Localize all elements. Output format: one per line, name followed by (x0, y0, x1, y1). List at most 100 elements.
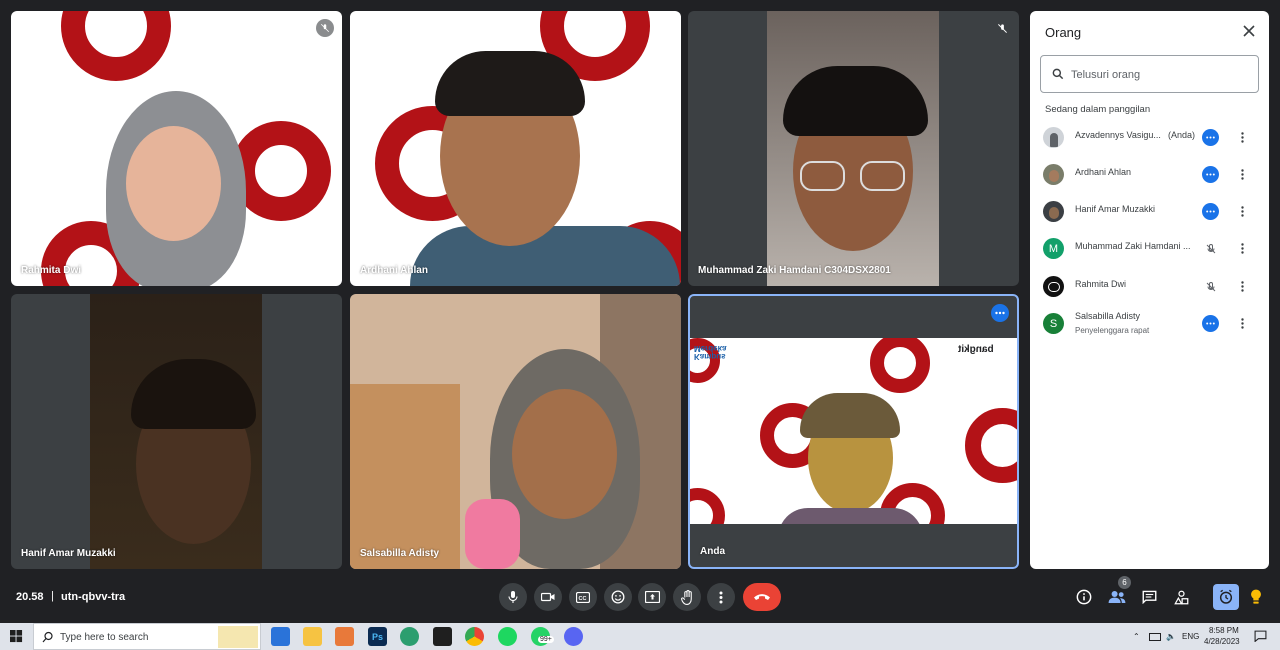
brand-ring-decoration (965, 408, 1017, 483)
participant-hair (800, 393, 900, 438)
participant-more-button[interactable] (1236, 240, 1248, 257)
glasses-lens (800, 161, 845, 191)
participant-shoulders (778, 508, 923, 524)
meeting-code: utn-qbvv-tra (61, 591, 126, 603)
mic-off-icon (1202, 278, 1219, 295)
avatar: M (1043, 238, 1064, 259)
host-controls-icon (1219, 589, 1233, 604)
divider: | (51, 590, 54, 602)
host-role-label: Penyelenggara rapat (1075, 326, 1150, 335)
participant-name-label: Muhammad Zaki Hamdani C304DSX2801 (698, 265, 891, 276)
notifications-icon[interactable] (1254, 630, 1267, 642)
meeting-control-bar: 20.58 | utn-qbvv-tra CC 6 (0, 574, 1280, 622)
lightbulb-button[interactable] (1244, 585, 1268, 609)
volume-icon[interactable]: 🔈 (1166, 632, 1176, 641)
brand-ring-decoration (690, 488, 725, 524)
video-feed (350, 294, 681, 569)
video-feed (11, 294, 342, 569)
video-tile-salsabilla[interactable]: Salsabilla Adisty (350, 294, 681, 569)
participant-name: Hanif Amar Muzakki (1075, 204, 1156, 214)
mic-off-icon (993, 19, 1011, 37)
mic-button[interactable] (499, 583, 527, 611)
captions-button[interactable]: CC (569, 583, 597, 611)
mic-off-icon (1202, 240, 1219, 257)
video-tile-ardhani[interactable]: Ardhani Ahlan (350, 11, 681, 286)
taskbar-date[interactable]: 4/28/2023 (1204, 637, 1240, 646)
participant-hair (435, 51, 585, 116)
battery-icon[interactable] (1149, 633, 1161, 641)
participant-row[interactable]: M Muhammad Zaki Hamdani ... (1030, 230, 1269, 267)
video-tile-hanif[interactable]: Hanif Amar Muzakki (11, 294, 342, 569)
participant-row[interactable]: Rahmita Dwi (1030, 268, 1269, 305)
info-icon (1076, 589, 1092, 605)
photoshop-icon[interactable]: Ps (368, 627, 387, 646)
participant-more-button[interactable] (1236, 129, 1248, 146)
participant-name: Rahmita Dwi (1075, 279, 1127, 289)
activities-button[interactable] (1169, 585, 1193, 609)
edge-browser-icon[interactable] (400, 627, 419, 646)
participant-name: Ardhani Ahlan (1075, 167, 1132, 177)
chrome-icon[interactable] (465, 627, 484, 646)
participant-more-button[interactable] (1236, 166, 1248, 183)
more-vert-icon (1240, 318, 1244, 329)
participant-face (512, 389, 617, 519)
participant-more-button[interactable] (1236, 278, 1248, 295)
tile-more-options-button[interactable] (991, 304, 1009, 322)
taskbar-time[interactable]: 8:58 PM (1209, 626, 1239, 635)
participant-name-label: Salsabilla Adisty (360, 548, 440, 559)
tray-chevron-icon[interactable]: ⌃ (1133, 632, 1140, 641)
raise-hand-button[interactable] (673, 583, 701, 611)
bookshelf (350, 384, 460, 569)
self-video-frame: Kampus Merdeka bangkit (690, 338, 1017, 524)
taskbar-search-placeholder: Type here to search (60, 632, 149, 643)
participant-hair (783, 66, 928, 136)
camera-button[interactable] (534, 583, 562, 611)
participant-name-label: Rahmita Dwi (21, 265, 82, 276)
people-search-box[interactable] (1040, 55, 1259, 93)
capcut-icon[interactable] (433, 627, 452, 646)
video-tile-rahmita[interactable]: Rahmita Dwi (11, 11, 342, 286)
more-options-button[interactable] (707, 583, 735, 611)
windows-start-icon[interactable] (10, 630, 23, 643)
video-feed (688, 11, 1019, 286)
more-vert-icon (1240, 281, 1244, 292)
present-button[interactable] (638, 583, 666, 611)
more-vert-icon (1240, 132, 1244, 143)
host-controls-button[interactable] (1213, 584, 1239, 610)
leave-call-button[interactable] (743, 583, 781, 611)
windows-taskbar: Type here to search Ps 99+ ⌃ 🔈 ENG 8:58 … (0, 623, 1280, 650)
participant-row[interactable]: Azvadennys Vasigu... (Anda) (1030, 119, 1269, 156)
discord-icon[interactable] (564, 627, 583, 646)
input-language[interactable]: ENG (1182, 632, 1199, 641)
more-vert-icon (1240, 169, 1244, 180)
video-tile-zaki[interactable]: Muhammad Zaki Hamdani C304DSX2801 (688, 11, 1019, 286)
chat-button[interactable] (1137, 585, 1161, 609)
close-icon (1243, 25, 1255, 37)
in-call-section-label: Sedang dalam panggilan (1045, 104, 1151, 115)
participant-row[interactable]: Hanif Amar Muzakki (1030, 193, 1269, 230)
raise-hand-icon (680, 589, 692, 605)
captions-icon: CC (576, 591, 590, 603)
end-call-icon (754, 594, 770, 600)
people-button[interactable] (1105, 585, 1129, 609)
mail-app-icon[interactable] (271, 627, 290, 646)
video-feed (11, 11, 342, 286)
participant-row[interactable]: Ardhani Ahlan (1030, 156, 1269, 193)
file-explorer-icon[interactable] (303, 627, 322, 646)
participant-more-button[interactable] (1236, 315, 1248, 332)
participant-more-button[interactable] (1236, 203, 1248, 220)
svg-text:CC: CC (579, 596, 587, 602)
emoji-button[interactable] (604, 583, 632, 611)
spotify-icon[interactable] (498, 627, 517, 646)
participant-row[interactable]: S Salsabilla Adisty Penyelenggara rapat (1030, 305, 1269, 342)
video-tile-self[interactable]: Kampus Merdeka bangkit Anda (688, 294, 1019, 569)
people-search-input[interactable] (1071, 66, 1251, 84)
taskbar-search-box[interactable]: Type here to search (33, 623, 261, 650)
meeting-details-button[interactable] (1072, 585, 1096, 609)
xampp-icon[interactable] (335, 627, 354, 646)
more-vert-icon (719, 591, 723, 603)
people-panel: Orang Sedang dalam panggilan Azvadennys … (1030, 11, 1269, 569)
close-panel-button[interactable] (1241, 23, 1257, 39)
search-icon (1052, 68, 1064, 80)
participant-name: Salsabilla Adisty (1075, 311, 1141, 321)
